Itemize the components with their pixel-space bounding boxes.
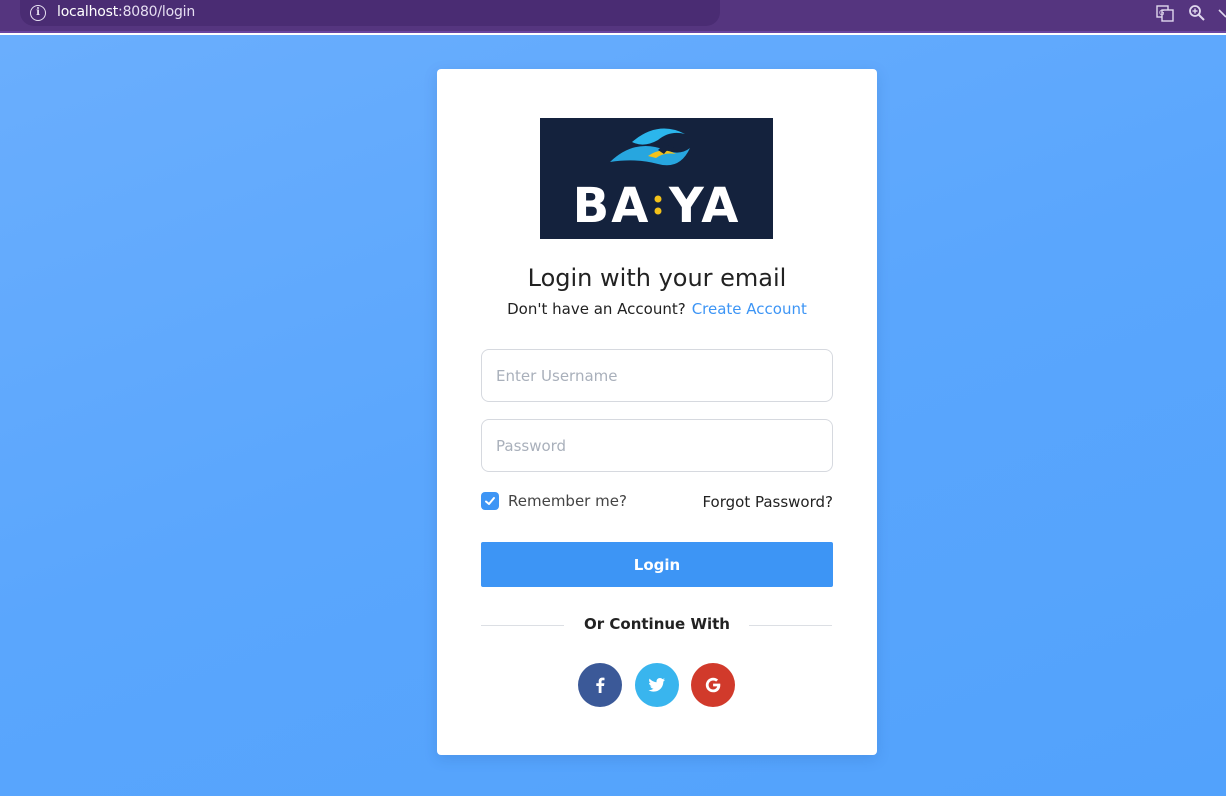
create-account-link[interactable]: Create Account <box>692 300 807 318</box>
google-icon <box>705 677 721 693</box>
site-info-icon[interactable]: i <box>30 5 46 21</box>
continue-with-label: Or Continue With <box>584 615 730 633</box>
browser-toolbar: i localhost:8080/login G <box>0 0 1226 33</box>
twitter-icon <box>648 678 665 692</box>
facebook-button[interactable] <box>578 663 622 707</box>
url-text[interactable]: localhost:8080/login <box>57 4 195 20</box>
zoom-icon[interactable] <box>1188 4 1206 22</box>
remember-me-checkbox[interactable] <box>481 492 499 510</box>
svg-text:G: G <box>1159 9 1164 17</box>
login-card: BA YA Login with your email Don't have a… <box>437 69 877 755</box>
divider-line-right <box>749 625 832 626</box>
remember-me-label[interactable]: Remember me? <box>508 492 627 510</box>
url-path: :8080/login <box>118 4 196 20</box>
translate-icon[interactable]: G <box>1156 4 1174 22</box>
facebook-icon <box>596 677 605 693</box>
svg-text:BA YA: BA YA <box>573 178 741 234</box>
twitter-button[interactable] <box>635 663 679 707</box>
bookmark-icon[interactable] <box>1217 4 1226 22</box>
login-button[interactable]: Login <box>481 542 833 587</box>
checkmark-icon <box>485 497 495 505</box>
google-button[interactable] <box>691 663 735 707</box>
login-title: Login with your email <box>527 264 787 292</box>
username-input[interactable] <box>481 349 833 402</box>
password-input[interactable] <box>481 419 833 472</box>
signup-prompt: Don't have an Account? Create Account <box>437 300 877 318</box>
url-host: localhost <box>57 4 119 20</box>
no-account-text: Don't have an Account? <box>507 300 686 318</box>
remember-me-row: Remember me? <box>481 491 627 511</box>
forgot-password-link[interactable]: Forgot Password? <box>702 493 833 511</box>
baya-logo: BA YA <box>540 118 773 239</box>
page-background: BA YA Login with your email Don't have a… <box>0 35 1226 796</box>
